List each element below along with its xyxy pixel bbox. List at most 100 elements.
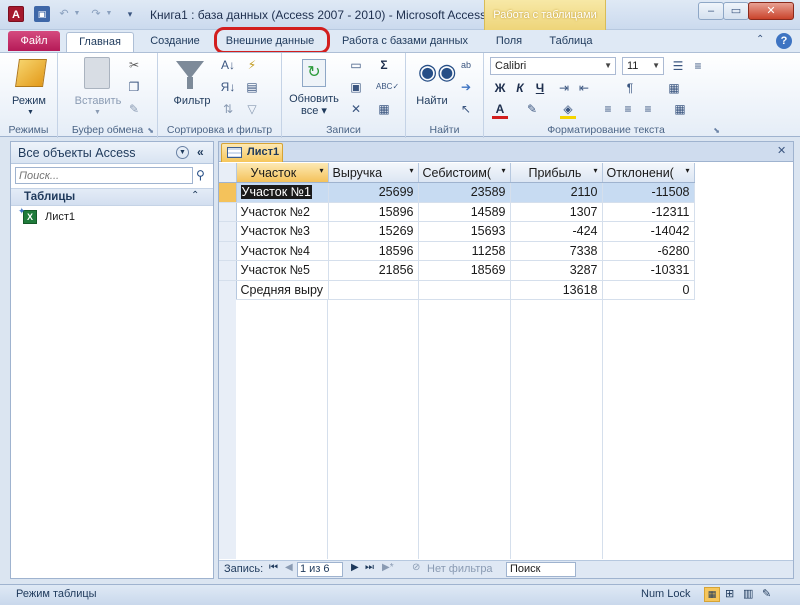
- select-all-corner[interactable]: [219, 163, 237, 183]
- align-left-icon[interactable]: ≡: [600, 101, 616, 117]
- table-row[interactable]: Участок №1 25699 23589 2110 -11508: [219, 182, 695, 203]
- minimize-ribbon-icon[interactable]: ⌃: [756, 34, 764, 45]
- column-dropdown-icon[interactable]: ▾: [501, 166, 505, 175]
- tab-table[interactable]: Таблица: [540, 32, 602, 52]
- redo-dropdown-icon[interactable]: ▼: [104, 6, 114, 22]
- align-right-icon[interactable]: ≡: [640, 101, 656, 117]
- nav-search-input[interactable]: [15, 167, 193, 184]
- table-cell[interactable]: 3287: [510, 260, 603, 281]
- new-record-nav-icon[interactable]: ▶*: [382, 562, 394, 573]
- align-center-icon[interactable]: ≡: [620, 101, 636, 117]
- font-color-icon[interactable]: A: [492, 101, 508, 119]
- paste-dropdown-icon[interactable]: ▼: [94, 109, 101, 116]
- row-selector[interactable]: [219, 182, 237, 203]
- column-header[interactable]: Прибыль ▾: [510, 163, 603, 183]
- sort-ascending-icon[interactable]: A↓: [220, 57, 236, 73]
- row-selector[interactable]: [219, 221, 237, 242]
- column-header[interactable]: Себистоим(▾: [418, 163, 511, 183]
- column-dropdown-icon[interactable]: ▾: [409, 166, 413, 175]
- view-dropdown-icon[interactable]: ▼: [27, 109, 34, 116]
- table-cell[interactable]: Участок №5: [236, 260, 329, 281]
- table-cell[interactable]: [328, 280, 419, 300]
- nav-header[interactable]: Все объекты Access ▼ «: [11, 142, 213, 164]
- table-cell[interactable]: -12311: [602, 202, 695, 222]
- fill-color-icon[interactable]: ◈: [560, 101, 576, 119]
- nav-group-tables[interactable]: Таблицы ⌃: [11, 188, 213, 206]
- table-cell[interactable]: [418, 280, 511, 300]
- close-document-icon[interactable]: ✕: [777, 144, 786, 157]
- italic-icon[interactable]: К: [512, 80, 528, 96]
- column-dropdown-icon[interactable]: ▾: [319, 166, 323, 175]
- last-record-icon[interactable]: ⏭: [365, 562, 374, 573]
- bold-icon[interactable]: Ж: [492, 80, 508, 96]
- outdent-icon[interactable]: ⇤: [576, 80, 592, 96]
- table-row[interactable]: Участок №5 21856 18569 3287 -10331: [219, 260, 695, 281]
- numbering-icon[interactable]: ≡: [690, 58, 706, 74]
- rtl-icon[interactable]: ¶: [622, 80, 638, 96]
- text-formatting-launcher-icon[interactable]: ⬊: [713, 126, 720, 135]
- column-header[interactable]: Отклонени(▾: [602, 163, 695, 183]
- save-icon[interactable]: ▣: [34, 6, 50, 22]
- column-dropdown-icon[interactable]: ▾: [593, 166, 597, 175]
- undo-dropdown-icon[interactable]: ▼: [72, 6, 82, 22]
- underline-icon[interactable]: Ч: [532, 80, 548, 96]
- paste-button[interactable]: Вставить: [70, 95, 126, 107]
- column-dropdown-icon[interactable]: ▾: [685, 166, 689, 175]
- redo-icon[interactable]: ↷: [88, 6, 104, 22]
- prev-record-icon[interactable]: ◀: [285, 562, 293, 573]
- minimize-button[interactable]: –: [698, 2, 724, 20]
- access-app-icon[interactable]: A: [8, 6, 24, 22]
- table-cell[interactable]: -14042: [602, 221, 695, 242]
- nav-group-collapse-icon[interactable]: ⌃: [191, 190, 199, 201]
- first-record-icon[interactable]: ⏮: [269, 562, 278, 573]
- nav-collapse-icon[interactable]: «: [197, 145, 204, 159]
- table-cell[interactable]: Участок №4: [236, 241, 329, 261]
- highlight-color-icon[interactable]: ✎: [524, 101, 540, 117]
- table-cell[interactable]: 0: [602, 280, 695, 300]
- customize-toolbar-icon[interactable]: ▾: [122, 6, 138, 22]
- row-selector[interactable]: [219, 202, 237, 222]
- sort-descending-icon[interactable]: Я↓: [220, 79, 236, 95]
- table-row[interactable]: Участок №2 15896 14589 1307 -12311: [219, 202, 695, 222]
- alt-row-color-icon[interactable]: ▦: [672, 101, 688, 117]
- tab-fields[interactable]: Поля: [488, 32, 530, 52]
- tab-create[interactable]: Создание: [140, 32, 210, 52]
- table-cell[interactable]: 15269: [328, 221, 419, 242]
- spelling-icon[interactable]: ABC✓: [376, 79, 399, 95]
- tab-database-tools[interactable]: Работа с базами данных: [334, 32, 476, 52]
- column-header[interactable]: Выручка ▾: [328, 163, 419, 183]
- help-icon[interactable]: ?: [776, 33, 792, 49]
- row-selector[interactable]: [219, 280, 237, 300]
- datasheet-view-icon[interactable]: ▦: [704, 587, 720, 602]
- format-painter-icon[interactable]: ✎: [126, 101, 142, 117]
- table-cell[interactable]: Участок №3: [236, 221, 329, 242]
- table-cell[interactable]: -6280: [602, 241, 695, 261]
- design-view-icon[interactable]: ✎: [762, 587, 771, 600]
- table-cell[interactable]: 14589: [418, 202, 511, 222]
- nav-menu-icon[interactable]: ▼: [176, 146, 189, 159]
- table-cell[interactable]: 1307: [510, 202, 603, 222]
- maximize-button[interactable]: ▭: [723, 2, 749, 20]
- save-record-icon[interactable]: ▣: [348, 79, 364, 95]
- font-size-combo[interactable]: 11 ▼: [622, 57, 664, 75]
- view-button[interactable]: Режим: [5, 95, 53, 107]
- table-cell[interactable]: 25699: [328, 182, 419, 203]
- table-cell[interactable]: 21856: [328, 260, 419, 281]
- undo-icon[interactable]: ↶: [56, 6, 72, 22]
- row-selector[interactable]: [219, 260, 237, 281]
- column-header[interactable]: Участок ▾: [236, 163, 329, 183]
- table-row[interactable]: Участок №4 18596 11258 7338 -6280: [219, 241, 695, 261]
- table-cell[interactable]: -11508: [602, 182, 695, 203]
- refresh-all-button[interactable]: Обновить все ▾: [282, 93, 346, 117]
- next-record-icon[interactable]: ▶: [351, 562, 359, 573]
- row-selector[interactable]: [219, 241, 237, 261]
- totals-icon[interactable]: Σ: [376, 57, 392, 73]
- document-tab-sheet1[interactable]: Лист1: [221, 143, 283, 162]
- tab-file[interactable]: Файл: [8, 31, 60, 51]
- find-button[interactable]: Найти: [408, 95, 456, 107]
- advanced-filter-icon[interactable]: ▤: [244, 79, 260, 95]
- table-row[interactable]: Средняя выру 13618 0: [219, 280, 695, 300]
- delete-record-icon[interactable]: ✕: [348, 101, 364, 117]
- table-cell[interactable]: -424: [510, 221, 603, 242]
- table-cell[interactable]: Участок №1: [236, 182, 329, 203]
